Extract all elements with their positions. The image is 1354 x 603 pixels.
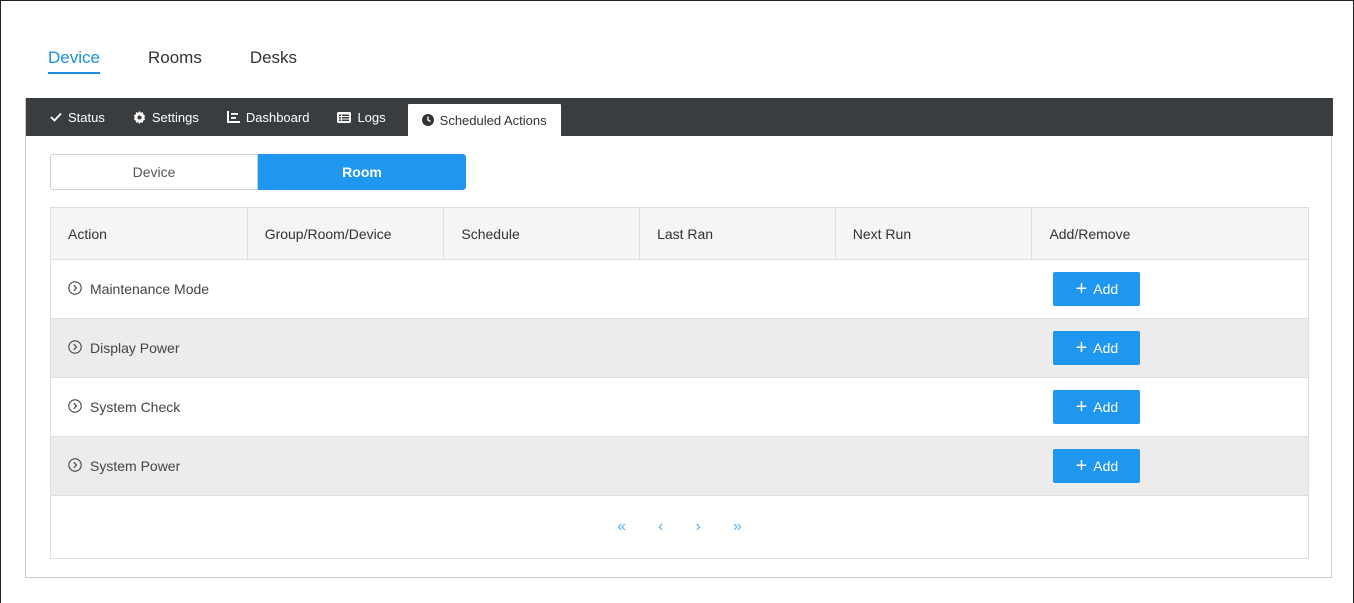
- add-cell: + Add: [1032, 378, 1308, 436]
- prev-page-button[interactable]: ‹: [658, 518, 663, 536]
- expand-chevron-icon[interactable]: [68, 280, 82, 298]
- add-cell: + Add: [1032, 260, 1308, 318]
- first-page-button[interactable]: «: [617, 518, 626, 536]
- pagination: « ‹ › »: [51, 496, 1308, 558]
- action-label: System Power: [90, 458, 181, 474]
- table-row: Display Power + Add: [51, 319, 1308, 378]
- tab-label: Logs: [357, 109, 386, 125]
- plus-icon: +: [1075, 455, 1088, 477]
- add-button-label: Add: [1093, 340, 1119, 356]
- table-row: Maintenance Mode + Add: [51, 260, 1308, 319]
- action-cell[interactable]: System Check: [51, 378, 1032, 436]
- next-page-button[interactable]: ›: [696, 518, 701, 536]
- tab-status[interactable]: Status: [36, 98, 119, 136]
- add-button-label: Add: [1093, 399, 1119, 415]
- tab-logs[interactable]: Logs: [323, 98, 399, 136]
- action-cell[interactable]: System Power: [51, 437, 1032, 495]
- table-row: System Check + Add: [51, 378, 1308, 437]
- add-button[interactable]: + Add: [1053, 449, 1141, 483]
- table-row: System Power + Add: [51, 437, 1308, 496]
- gear-icon: [133, 110, 146, 124]
- actions-table: Action Group/Room/Device Schedule Last R…: [50, 207, 1309, 559]
- main-panel: Status Settings Dashboard Logs Scheduled…: [25, 98, 1333, 578]
- action-cell[interactable]: Display Power: [51, 319, 1032, 377]
- add-button-label: Add: [1093, 458, 1119, 474]
- add-cell: + Add: [1032, 437, 1308, 495]
- top-tab-device[interactable]: Device: [48, 48, 100, 74]
- plus-icon: +: [1075, 278, 1088, 300]
- add-cell: + Add: [1032, 319, 1308, 377]
- room-toggle-button[interactable]: Room: [258, 154, 466, 190]
- device-toggle-button[interactable]: Device: [50, 154, 258, 190]
- action-cell[interactable]: Maintenance Mode: [51, 260, 1032, 318]
- top-tab-desks[interactable]: Desks: [250, 48, 297, 74]
- tab-label: Settings: [151, 109, 199, 125]
- scope-toggle: Device Room: [50, 154, 466, 190]
- col-next-run: Next Run: [836, 208, 1033, 259]
- section-tabbar: Status Settings Dashboard Logs Scheduled…: [26, 98, 1333, 136]
- action-label: Maintenance Mode: [90, 281, 210, 297]
- tab-scheduled-actions[interactable]: Scheduled Actions: [407, 104, 561, 136]
- action-label: Display Power: [90, 340, 180, 356]
- col-group-room-device: Group/Room/Device: [248, 208, 445, 259]
- tab-dashboard[interactable]: Dashboard: [213, 98, 324, 136]
- check-icon: [50, 112, 62, 122]
- add-button[interactable]: + Add: [1053, 331, 1141, 365]
- col-action: Action: [51, 208, 248, 259]
- tab-settings[interactable]: Settings: [119, 98, 213, 136]
- dashboard-icon: [226, 111, 240, 123]
- top-tab-rooms[interactable]: Rooms: [148, 48, 202, 74]
- last-page-button[interactable]: »: [733, 518, 742, 536]
- col-schedule: Schedule: [444, 208, 641, 259]
- expand-chevron-icon[interactable]: [68, 398, 82, 416]
- col-last-ran: Last Ran: [640, 208, 836, 259]
- expand-chevron-icon[interactable]: [68, 339, 82, 357]
- col-add-remove: Add/Remove: [1049, 225, 1131, 242]
- add-button[interactable]: + Add: [1053, 390, 1141, 424]
- table-header: Action Group/Room/Device Schedule Last R…: [51, 208, 1308, 260]
- add-button-label: Add: [1093, 281, 1119, 297]
- expand-chevron-icon[interactable]: [68, 457, 82, 475]
- list-icon: [337, 111, 352, 123]
- tab-label: Status: [68, 109, 105, 125]
- tab-label: Scheduled Actions: [439, 112, 547, 128]
- plus-icon: +: [1075, 396, 1088, 418]
- action-label: System Check: [90, 399, 181, 415]
- plus-icon: +: [1075, 337, 1088, 359]
- add-button[interactable]: + Add: [1053, 272, 1141, 306]
- top-tabs: Device Rooms Desks: [48, 48, 345, 74]
- clock-icon: [421, 114, 434, 126]
- tab-label: Dashboard: [245, 109, 310, 125]
